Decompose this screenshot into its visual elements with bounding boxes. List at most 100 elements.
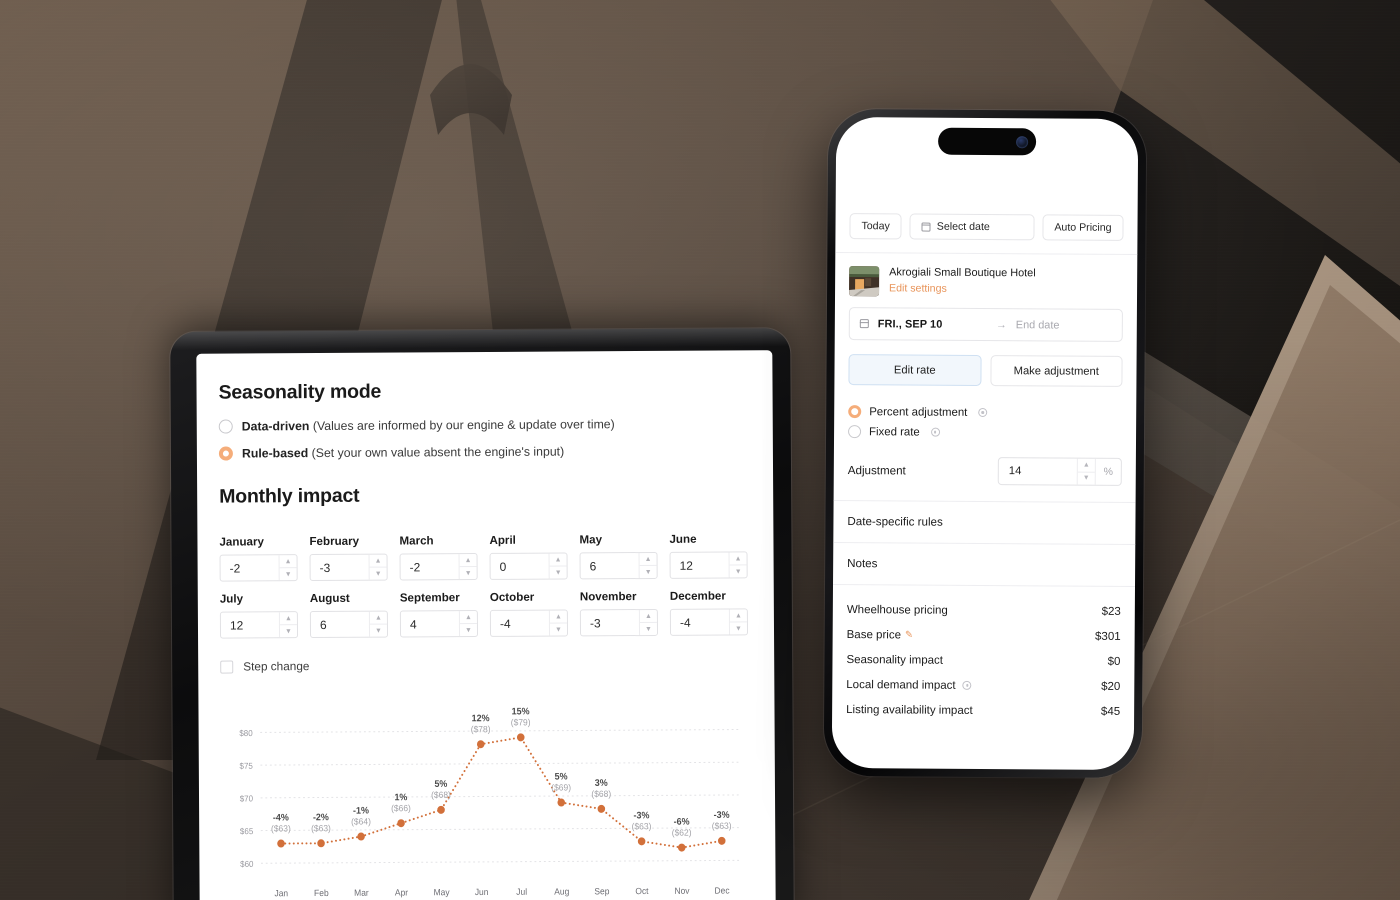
- month-stepper[interactable]: 12 ▲ ▼: [219, 611, 299, 639]
- data-point[interactable]: [597, 804, 606, 813]
- date-range-end-placeholder[interactable]: End date: [1016, 319, 1112, 332]
- data-point[interactable]: [277, 839, 285, 848]
- info-icon-percent-adjustment[interactable]: [978, 407, 988, 418]
- stepper-down-icon[interactable]: ▼: [460, 624, 477, 636]
- data-point[interactable]: [677, 843, 686, 852]
- notes-section[interactable]: Notes: [833, 541, 1136, 587]
- stepper-up-icon[interactable]: ▲: [1077, 458, 1095, 473]
- month-value[interactable]: 6: [581, 553, 639, 578]
- edit-rate-button[interactable]: Edit rate: [848, 354, 982, 386]
- month-stepper[interactable]: 4 ▲ ▼: [399, 610, 479, 638]
- stepper-up-icon[interactable]: ▲: [279, 612, 297, 626]
- month-stepper[interactable]: -4 ▲ ▼: [669, 608, 749, 636]
- data-point[interactable]: [397, 819, 405, 828]
- month-stepper[interactable]: -3 ▲ ▼: [309, 553, 388, 582]
- month-value[interactable]: 12: [221, 612, 279, 637]
- data-point[interactable]: [717, 836, 726, 845]
- stepper-up-icon[interactable]: ▲: [729, 609, 747, 623]
- auto-pricing-button[interactable]: Auto Pricing: [1042, 214, 1124, 241]
- data-point[interactable]: [516, 733, 525, 742]
- month-stepper-arrows[interactable]: ▲ ▼: [728, 609, 748, 635]
- stepper-down-icon[interactable]: ▼: [1078, 472, 1095, 485]
- month-stepper[interactable]: 6 ▲ ▼: [309, 610, 389, 639]
- info-icon-fixed-rate[interactable]: [930, 427, 940, 437]
- month-stepper[interactable]: 0 ▲ ▼: [489, 552, 568, 580]
- stepper-up-icon[interactable]: ▲: [459, 611, 477, 625]
- today-button[interactable]: Today: [849, 213, 902, 240]
- radio-indicator-rule-based[interactable]: [218, 446, 233, 461]
- make-adjustment-button[interactable]: Make adjustment: [989, 355, 1123, 387]
- stepper-up-icon[interactable]: ▲: [639, 609, 657, 624]
- stepper-up-icon[interactable]: ▲: [729, 552, 747, 566]
- date-range-start[interactable]: FRI., SEP 10: [878, 318, 943, 330]
- step-change-row[interactable]: Step change: [220, 656, 748, 673]
- stepper-up-icon[interactable]: ▲: [279, 555, 297, 569]
- radio-indicator-fixed-rate[interactable]: [848, 425, 862, 439]
- month-stepper[interactable]: 12 ▲ ▼: [669, 551, 748, 579]
- stepper-down-icon[interactable]: ▼: [640, 566, 657, 578]
- select-date-button[interactable]: Select date: [909, 213, 1035, 241]
- radio-option-rule-based[interactable]: Rule-based (Set your own value absent th…: [218, 443, 747, 461]
- radio-option-fixed-rate[interactable]: Fixed rate: [848, 425, 1122, 440]
- radio-indicator-percent-adjustment[interactable]: [848, 405, 862, 419]
- month-stepper[interactable]: -4 ▲ ▼: [489, 609, 569, 637]
- stepper-down-icon[interactable]: ▼: [370, 625, 387, 637]
- month-value[interactable]: 12: [671, 552, 729, 577]
- month-stepper-arrows[interactable]: ▲ ▼: [368, 611, 388, 637]
- month-stepper-arrows[interactable]: ▲ ▼: [638, 609, 658, 636]
- month-value[interactable]: -4: [671, 609, 729, 634]
- stepper-down-icon[interactable]: ▼: [730, 565, 747, 577]
- month-value[interactable]: 4: [401, 611, 459, 636]
- stepper-down-icon[interactable]: ▼: [280, 625, 297, 637]
- month-stepper-arrows[interactable]: ▲ ▼: [548, 553, 567, 579]
- stepper-up-icon[interactable]: ▲: [369, 554, 387, 568]
- stepper-up-icon[interactable]: ▲: [639, 552, 657, 567]
- month-value[interactable]: -4: [491, 611, 549, 636]
- adjustment-value[interactable]: 14: [999, 458, 1077, 485]
- adjustment-stepper[interactable]: 14 ▲ ▼ %: [997, 457, 1122, 486]
- month-stepper-arrows[interactable]: ▲ ▼: [458, 611, 478, 637]
- radio-option-data-driven[interactable]: Data-driven (Values are informed by our …: [218, 416, 747, 434]
- month-stepper-arrows[interactable]: ▲ ▼: [278, 555, 297, 581]
- month-stepper[interactable]: -2 ▲ ▼: [219, 554, 298, 582]
- month-stepper[interactable]: -3 ▲ ▼: [579, 608, 659, 637]
- data-point[interactable]: [437, 805, 445, 814]
- month-stepper[interactable]: -2 ▲ ▼: [399, 553, 478, 581]
- month-value[interactable]: -3: [581, 610, 639, 635]
- stepper-down-icon[interactable]: ▼: [550, 566, 567, 578]
- stepper-down-icon[interactable]: ▼: [730, 622, 747, 634]
- stepper-up-icon[interactable]: ▲: [369, 611, 387, 625]
- stepper-down-icon[interactable]: ▼: [550, 623, 567, 635]
- adjustment-stepper-arrows[interactable]: ▲ ▼: [1076, 458, 1095, 485]
- stepper-up-icon[interactable]: ▲: [549, 553, 567, 567]
- stepper-up-icon[interactable]: ▲: [549, 610, 567, 624]
- data-point[interactable]: [557, 798, 566, 807]
- data-point[interactable]: [476, 740, 485, 749]
- stepper-down-icon[interactable]: ▼: [640, 623, 657, 635]
- data-point[interactable]: [637, 837, 646, 846]
- info-icon[interactable]: [962, 680, 972, 690]
- month-stepper-arrows[interactable]: ▲ ▼: [728, 552, 747, 578]
- month-value[interactable]: -2: [401, 554, 459, 579]
- month-stepper-arrows[interactable]: ▲ ▼: [368, 554, 387, 580]
- date-range-field[interactable]: FRI., SEP 10 → End date: [848, 307, 1123, 342]
- month-value[interactable]: 6: [311, 612, 369, 637]
- month-value[interactable]: -3: [311, 555, 369, 580]
- data-point[interactable]: [317, 839, 325, 848]
- date-specific-rules-section[interactable]: Date-specific rules: [833, 499, 1136, 545]
- stepper-down-icon[interactable]: ▼: [370, 568, 387, 580]
- radio-indicator-data-driven[interactable]: [218, 419, 233, 434]
- stepper-down-icon[interactable]: ▼: [280, 568, 297, 580]
- month-value[interactable]: -2: [221, 555, 279, 580]
- month-stepper-arrows[interactable]: ▲ ▼: [548, 610, 568, 636]
- pencil-icon[interactable]: ✎: [905, 629, 913, 640]
- edit-settings-link[interactable]: Edit settings: [889, 282, 1036, 295]
- month-stepper-arrows[interactable]: ▲ ▼: [638, 552, 657, 579]
- month-stepper-arrows[interactable]: ▲ ▼: [278, 612, 298, 638]
- stepper-up-icon[interactable]: ▲: [459, 554, 477, 568]
- stepper-down-icon[interactable]: ▼: [460, 567, 477, 579]
- data-point[interactable]: [357, 832, 365, 841]
- radio-option-percent-adjustment[interactable]: Percent adjustment: [848, 405, 1122, 420]
- month-value[interactable]: 0: [491, 554, 549, 579]
- month-stepper-arrows[interactable]: ▲ ▼: [458, 554, 477, 580]
